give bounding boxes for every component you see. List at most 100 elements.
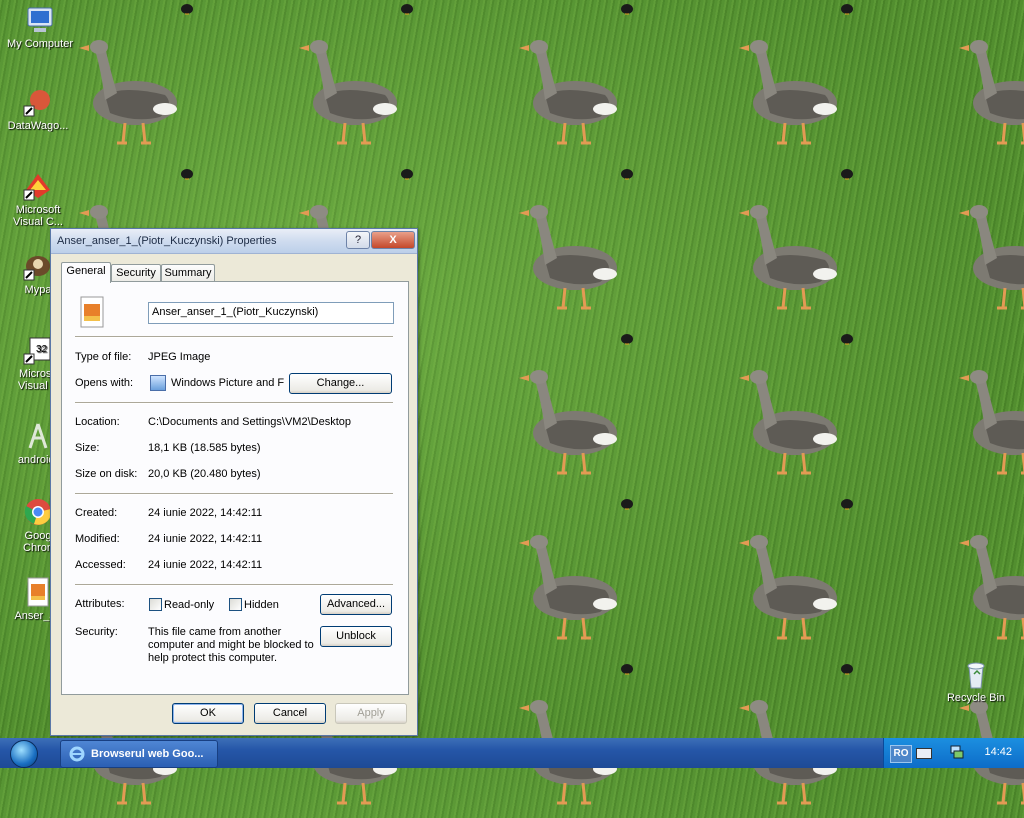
internet-explorer-icon — [69, 746, 85, 762]
general-tab-panel: Anser_anser_1_(Piotr_Kuczynski) Type of … — [61, 281, 409, 695]
system-tray: RO 14:42 — [883, 738, 1024, 768]
goose-wallpaper-tile — [285, 25, 415, 155]
size-label: Size: — [75, 442, 100, 454]
taskbar-item-browser[interactable]: Browserul web Goo... — [60, 740, 218, 768]
goose-wallpaper-tile — [725, 355, 855, 485]
goose-wallpaper-tile — [505, 25, 635, 155]
divider — [75, 493, 393, 495]
svg-text:32: 32 — [36, 344, 48, 355]
blackbird-wallpaper-detail — [620, 333, 634, 345]
hidden-checkbox[interactable] — [229, 598, 242, 611]
size-on-disk-value: 20,0 KB (20.480 bytes) — [148, 468, 261, 480]
opens-with-label: Opens with: — [75, 377, 134, 389]
hidden-label[interactable]: Hidden — [244, 599, 279, 611]
advanced-button[interactable]: Advanced... — [320, 594, 392, 615]
modified-label: Modified: — [75, 533, 120, 545]
readonly-label[interactable]: Read-only — [164, 599, 214, 611]
ok-button[interactable]: OK — [172, 703, 244, 724]
close-button[interactable]: X — [371, 231, 415, 249]
goose-wallpaper-tile — [945, 25, 1024, 155]
size-value: 18,1 KB (18.585 bytes) — [148, 442, 261, 454]
windows-logo-icon — [10, 740, 38, 768]
goose-wallpaper-tile — [725, 25, 855, 155]
location-value: C:\Documents and Settings\VM2\Desktop — [148, 416, 351, 428]
taskbar: Browserul web Goo... RO 14:42 — [0, 738, 1024, 768]
desktop-icon-label: Recycle Bin — [946, 692, 1006, 704]
desktop-icon-label: DataWago... — [7, 120, 69, 132]
picture-viewer-icon — [150, 375, 166, 391]
goose-wallpaper-tile — [65, 25, 195, 155]
type-label: Type of file: — [75, 351, 132, 363]
security-label: Security: — [75, 626, 118, 638]
goose-wallpaper-tile — [505, 520, 635, 650]
network-icon[interactable] — [950, 745, 964, 759]
desktop-icon-datawago[interactable]: DataWago... — [0, 86, 76, 132]
security-text-line-1: This file came from another — [148, 626, 282, 638]
apply-button[interactable]: Apply — [335, 703, 407, 724]
blackbird-wallpaper-detail — [840, 498, 854, 510]
goose-wallpaper-tile — [505, 190, 635, 320]
divider — [75, 336, 393, 338]
properties-dialog: Anser_anser_1_(Piotr_Kuczynski) Properti… — [50, 228, 418, 736]
tab-general[interactable]: General — [61, 262, 111, 283]
blackbird-wallpaper-detail — [620, 498, 634, 510]
security-text-line-3: help protect this computer. — [148, 652, 278, 664]
location-label: Location: — [75, 416, 120, 428]
desktop-icon-visual-cpp[interactable]: Microsoft Visual C... — [0, 170, 76, 228]
blackbird-wallpaper-detail — [840, 3, 854, 15]
goose-wallpaper-tile — [725, 190, 855, 320]
blackbird-wallpaper-detail — [620, 663, 634, 675]
attributes-label: Attributes: — [75, 598, 125, 610]
computer-icon — [24, 4, 56, 36]
language-indicator[interactable]: RO — [890, 745, 912, 763]
keyboard-icon[interactable] — [916, 748, 932, 759]
start-button[interactable] — [0, 738, 54, 768]
blackbird-wallpaper-detail — [620, 168, 634, 180]
opens-with-value: Windows Picture and F — [171, 377, 285, 389]
divider — [75, 584, 393, 586]
blackbird-wallpaper-detail — [840, 663, 854, 675]
recycle-bin-icon — [960, 658, 992, 690]
desktop-icon-label: Microsoft — [15, 204, 61, 216]
blackbird-wallpaper-detail — [840, 168, 854, 180]
divider — [75, 402, 393, 404]
file-type-icon — [78, 296, 106, 328]
goose-wallpaper-tile — [725, 520, 855, 650]
created-value: 24 iunie 2022, 14:42:11 — [148, 507, 263, 519]
goose-wallpaper-tile — [945, 355, 1024, 485]
unblock-button[interactable]: Unblock — [320, 626, 392, 647]
blackbird-wallpaper-detail — [400, 168, 414, 180]
accessed-value: 24 iunie 2022, 14:42:11 — [148, 559, 263, 571]
filename-value: Anser_anser_1_(Piotr_Kuczynski) — [152, 306, 319, 318]
blackbird-wallpaper-detail — [620, 3, 634, 15]
blackbird-wallpaper-detail — [840, 333, 854, 345]
change-button[interactable]: Change... — [289, 373, 392, 394]
desktop-icon-label-2: Visual C... — [13, 216, 63, 228]
size-on-disk-label: Size on disk: — [75, 468, 138, 480]
blackbird-wallpaper-detail — [180, 168, 194, 180]
visual-studio-icon — [22, 170, 54, 202]
security-text-line-2: computer and might be blocked to — [148, 639, 314, 651]
blackbird-wallpaper-detail — [180, 3, 194, 15]
tab-summary[interactable]: Summary — [161, 264, 215, 282]
cancel-button[interactable]: Cancel — [254, 703, 326, 724]
modified-value: 24 iunie 2022, 14:42:11 — [148, 533, 263, 545]
type-value: JPEG Image — [148, 351, 211, 363]
clock[interactable]: 14:42 — [984, 746, 1012, 758]
blackbird-wallpaper-detail — [400, 3, 414, 15]
desktop-icon-label: My Computer — [6, 38, 74, 50]
readonly-checkbox[interactable] — [149, 598, 162, 611]
dialog-title: Anser_anser_1_(Piotr_Kuczynski) Properti… — [57, 235, 277, 247]
filename-field[interactable]: Anser_anser_1_(Piotr_Kuczynski) — [148, 302, 394, 324]
created-label: Created: — [75, 507, 118, 519]
taskbar-item-label: Browserul web Goo... — [91, 748, 204, 760]
goose-wallpaper-tile — [505, 355, 635, 485]
desktop-icon-recycle-bin[interactable]: Recycle Bin — [938, 658, 1014, 704]
shortcut-app-icon — [22, 86, 54, 118]
tab-security[interactable]: Security — [111, 264, 161, 282]
dialog-title-bar[interactable]: Anser_anser_1_(Piotr_Kuczynski) Properti… — [51, 229, 417, 254]
desktop-icon-my-computer[interactable]: My Computer — [2, 4, 78, 50]
accessed-label: Accessed: — [75, 559, 126, 571]
help-button[interactable]: ? — [346, 231, 370, 249]
goose-wallpaper-tile — [945, 520, 1024, 650]
